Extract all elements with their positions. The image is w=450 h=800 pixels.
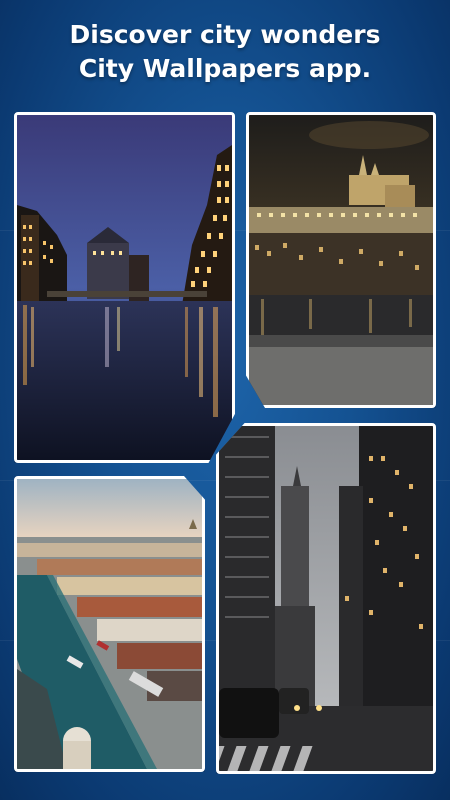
hamburg-canal-image [17, 115, 232, 460]
headline-line-1: Discover city wonders [69, 20, 381, 49]
newyork-street-image [219, 426, 433, 771]
wallpaper-tile-skyscrapers[interactable] [216, 423, 436, 774]
promo-headline: Discover city wonders City Wallpapers ap… [0, 18, 450, 86]
prague-castle-image [249, 115, 433, 405]
copenhagen-harbor-image [17, 479, 202, 769]
wallpaper-tile-castle[interactable] [246, 112, 436, 408]
wallpaper-tile-harbor[interactable] [14, 476, 205, 772]
wallpaper-tile-canal[interactable] [14, 112, 235, 463]
headline-line-2: City Wallpapers app. [78, 54, 372, 83]
